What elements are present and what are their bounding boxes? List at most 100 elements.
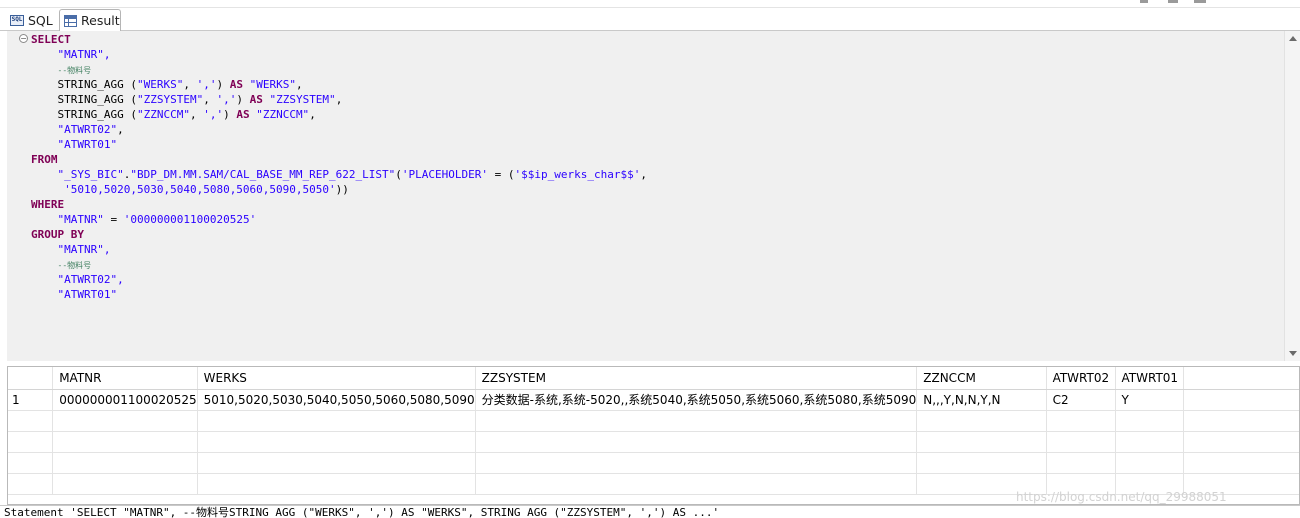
cell-werks[interactable]: 5010,5020,5030,5040,5050,5060,5080,5090 bbox=[197, 389, 476, 411]
sql-keyword: AS bbox=[229, 78, 243, 91]
cell-atwrt02[interactable]: C2 bbox=[1046, 389, 1116, 411]
code-line[interactable]: "ATWRT02", bbox=[31, 122, 647, 137]
empty-cell bbox=[52, 410, 198, 432]
sql-comment: --物料号 bbox=[57, 66, 92, 75]
sql-keyword: FROM bbox=[31, 153, 58, 166]
cell-zznccm[interactable]: N,,,Y,N,N,Y,N bbox=[916, 389, 1047, 411]
column-header-atwrt02[interactable]: ATWRT02 bbox=[1046, 367, 1116, 390]
empty-cell bbox=[1115, 431, 1185, 453]
code-line[interactable]: "ATWRT01" bbox=[31, 137, 647, 152]
empty-cell bbox=[197, 452, 476, 474]
empty-cell bbox=[197, 473, 476, 495]
empty-cell bbox=[1115, 452, 1185, 474]
code-line[interactable]: --物料号 bbox=[31, 257, 647, 272]
code-line[interactable]: GROUP BY bbox=[31, 227, 647, 242]
empty-cell bbox=[1183, 410, 1299, 432]
empty-cell bbox=[52, 452, 198, 474]
window-control[interactable] bbox=[1194, 0, 1206, 3]
sql-comment: --物料号 bbox=[57, 261, 92, 270]
column-header-filler bbox=[1183, 367, 1299, 390]
column-header-matnr[interactable]: MATNR bbox=[52, 367, 198, 390]
sql-keyword: WHERE bbox=[31, 198, 65, 211]
cell-atwrt01[interactable]: Y bbox=[1115, 389, 1185, 411]
row-number[interactable]: 1 bbox=[8, 389, 54, 411]
empty-cell bbox=[1046, 410, 1116, 432]
window-control[interactable] bbox=[1168, 0, 1178, 3]
sql-identifier: ',' bbox=[216, 93, 237, 106]
sql-identifier: "ZZSYSTEM" bbox=[269, 93, 336, 106]
status-text: Statement 'SELECT "MATNR", --物料号STRING_A… bbox=[4, 506, 720, 518]
table-row[interactable]: 1 000000001100020525 5010,5020,5030,5040… bbox=[8, 389, 1299, 411]
tab-result[interactable]: Result bbox=[59, 9, 121, 32]
empty-cell bbox=[8, 452, 54, 474]
sql-code[interactable]: SELECT "MATNR", --物料号 STRING_AGG ("WERKS… bbox=[31, 32, 647, 302]
code-line[interactable]: WHERE bbox=[31, 197, 647, 212]
sql-identifier: "ZZNCCM" bbox=[136, 108, 190, 121]
code-line[interactable]: "ATWRT02", bbox=[31, 272, 647, 287]
sql-keyword: AS bbox=[249, 93, 263, 106]
result-grid[interactable]: MATNR WERKS ZZSYSTEM ZZNCCM ATWRT02 ATWR… bbox=[7, 366, 1300, 505]
sql-token: )) bbox=[335, 183, 349, 196]
sql-identifier: "ZZNCCM" bbox=[256, 108, 310, 121]
code-line[interactable]: STRING_AGG ("WERKS", ',') AS "WERKS", bbox=[31, 77, 647, 92]
code-line[interactable]: "ATWRT01" bbox=[31, 287, 647, 302]
collapse-icon[interactable]: − bbox=[19, 34, 28, 43]
column-header-rownum[interactable] bbox=[8, 367, 54, 390]
sql-editor[interactable]: − SELECT "MATNR", --物料号 STRING_AGG ("WER… bbox=[7, 31, 1284, 361]
sql-identifier: 'PLACEHOLDER' bbox=[401, 168, 488, 181]
cell-zzsystem[interactable]: 分类数据-系统,系统-5020,,系统5040,系统5050,系统5060,系统… bbox=[475, 389, 918, 411]
sql-token: STRING_AGG ( bbox=[31, 78, 137, 91]
empty-cell bbox=[52, 473, 198, 495]
code-line[interactable]: --物料号 bbox=[31, 62, 647, 77]
code-line[interactable]: "MATNR" = '000000001100020525' bbox=[31, 212, 647, 227]
sql-token: ) bbox=[216, 78, 230, 91]
column-header-werks[interactable]: WERKS bbox=[197, 367, 476, 390]
sql-identifier: "ATWRT01" bbox=[57, 288, 118, 301]
cell-filler bbox=[1183, 389, 1299, 411]
editor-scrollbar[interactable] bbox=[1284, 31, 1300, 361]
editor-gutter: − bbox=[7, 31, 29, 361]
sql-identifier: '$$ip_werks_char$$' bbox=[514, 168, 641, 181]
code-line[interactable]: STRING_AGG ("ZZSYSTEM", ',') AS "ZZSYSTE… bbox=[31, 92, 647, 107]
code-line[interactable]: "_SYS_BIC"."BDP_DM.MM.SAM/CAL_BASE_MM_RE… bbox=[31, 167, 647, 182]
code-line[interactable]: SELECT bbox=[31, 32, 647, 47]
tab-sql[interactable]: SQL SQL bbox=[6, 9, 58, 31]
empty-cell bbox=[916, 431, 1047, 453]
sql-token: = bbox=[103, 213, 124, 226]
column-header-zznccm[interactable]: ZZNCCM bbox=[916, 367, 1047, 390]
sql-identifier: "MATNR", bbox=[57, 48, 111, 61]
sql-token: , bbox=[335, 93, 343, 106]
watermark: https://blog.csdn.net/qq_29988051 bbox=[1016, 490, 1227, 504]
code-line[interactable]: "MATNR", bbox=[31, 47, 647, 62]
code-line[interactable]: "MATNR", bbox=[31, 242, 647, 257]
window-control[interactable] bbox=[1140, 0, 1148, 3]
sql-token: STRING_AGG ( bbox=[31, 108, 137, 121]
sql-identifier: "_SYS_BIC" bbox=[57, 168, 124, 181]
column-header-atwrt01[interactable]: ATWRT01 bbox=[1115, 367, 1185, 390]
sql-identifier: "MATNR", bbox=[57, 243, 111, 256]
empty-cell bbox=[475, 431, 918, 453]
column-header-zzsystem[interactable]: ZZSYSTEM bbox=[475, 367, 918, 390]
code-line[interactable]: STRING_AGG ("ZZNCCM", ',') AS "ZZNCCM", bbox=[31, 107, 647, 122]
tab-sql-label: SQL bbox=[28, 12, 53, 28]
empty-cell bbox=[475, 410, 918, 432]
empty-cell bbox=[52, 431, 198, 453]
cell-matnr[interactable]: 000000001100020525 bbox=[52, 389, 198, 411]
empty-row bbox=[8, 431, 1299, 453]
code-line[interactable]: FROM bbox=[31, 152, 647, 167]
empty-cell bbox=[916, 452, 1047, 474]
scroll-down-icon[interactable] bbox=[1289, 351, 1297, 356]
sql-identifier: "WERKS" bbox=[136, 78, 184, 91]
sql-identifier: "BDP_DM.MM.SAM/CAL_BASE_MM_REP_622_LIST" bbox=[130, 168, 396, 181]
sql-identifier: "MATNR" bbox=[57, 213, 104, 226]
code-line[interactable]: '5010,5020,5030,5040,5080,5060,5090,5050… bbox=[31, 182, 647, 197]
scroll-up-icon[interactable] bbox=[1289, 36, 1297, 41]
empty-cell bbox=[1115, 410, 1185, 432]
empty-cell bbox=[197, 431, 476, 453]
